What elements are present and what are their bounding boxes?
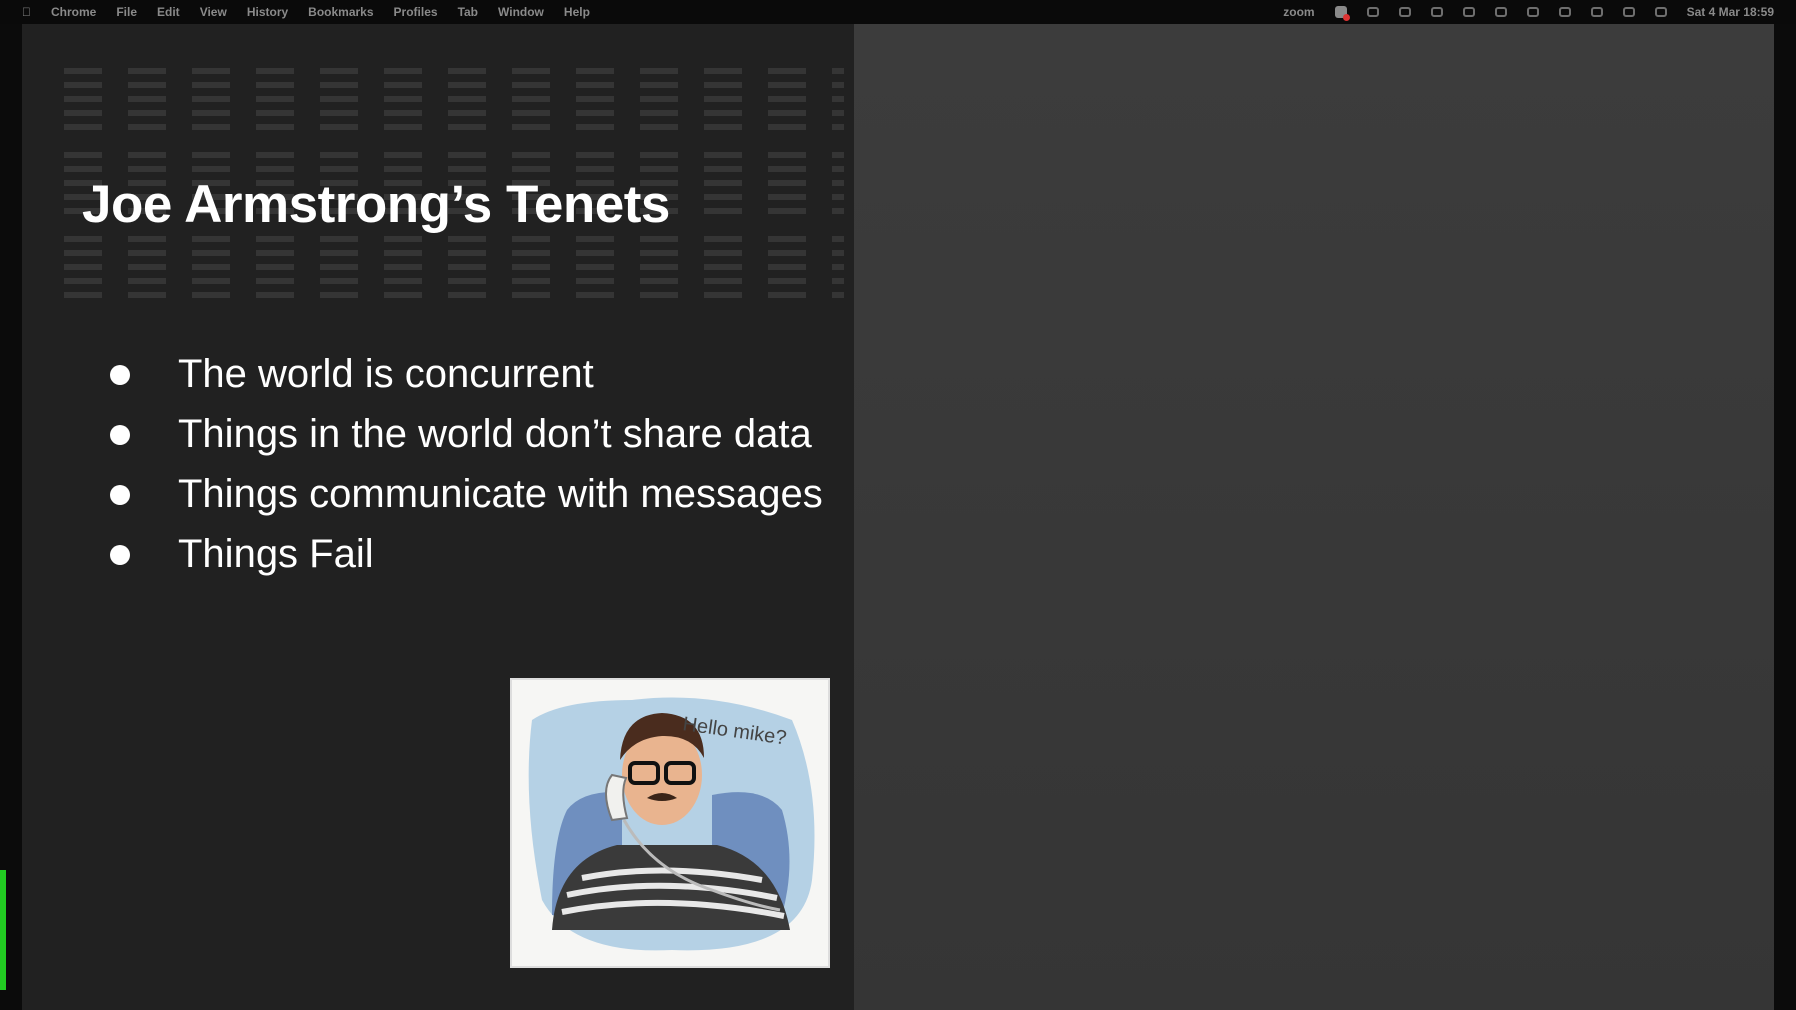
illustration-drawing: Hello mike? [528, 697, 815, 951]
wifi-icon[interactable] [1590, 7, 1603, 17]
background-pattern [64, 228, 844, 298]
siri-icon[interactable] [1654, 7, 1667, 17]
window-edge-strip [0, 870, 6, 990]
search-icon[interactable] [1526, 7, 1539, 17]
slide-title: Joe Armstrong’s Tenets [82, 175, 670, 234]
control-center-icon[interactable] [1622, 7, 1635, 17]
tenet-item: Things Fail [110, 524, 830, 584]
tenets-list: The world is concurrent Things in the wo… [110, 344, 830, 584]
macos-menu-bar:  Chrome File Edit View History Bookmark… [0, 0, 1796, 24]
battery-icon[interactable] [1494, 7, 1507, 17]
menu-view[interactable]: View [200, 5, 227, 19]
slide-left-panel: Joe Armstrong’s Tenets The world is conc… [22, 24, 854, 1010]
apple-menu-icon[interactable]:  [22, 5, 31, 19]
tenet-item: Things in the world don’t share data [110, 404, 830, 464]
screen-time-icon[interactable] [1462, 7, 1475, 17]
zoom-status[interactable]: zoom [1283, 5, 1314, 19]
timer-icon[interactable] [1430, 7, 1443, 17]
tenet-item: The world is concurrent [110, 344, 830, 404]
menu-file[interactable]: File [116, 5, 137, 19]
presentation-slide: Joe Armstrong’s Tenets The world is conc… [22, 24, 1774, 1010]
menu-chrome[interactable]: Chrome [51, 5, 96, 19]
menu-profiles[interactable]: Profiles [394, 5, 438, 19]
menu-bar-status: zoom Sat 4 Mar 18:59 [1263, 5, 1774, 21]
menu-bar-left:  Chrome File Edit View History Bookmark… [22, 5, 610, 19]
background-pattern [64, 60, 844, 130]
menu-help[interactable]: Help [564, 5, 590, 19]
menu-bookmarks[interactable]: Bookmarks [308, 5, 373, 19]
recording-icon[interactable] [1334, 6, 1350, 21]
menu-tab[interactable]: Tab [458, 5, 478, 19]
display-icon[interactable] [1366, 7, 1379, 17]
bluetooth-icon[interactable] [1558, 7, 1571, 17]
tenet-item: Things communicate with messages [110, 464, 830, 524]
slide-right-panel [854, 24, 1774, 1010]
menu-bar-clock[interactable]: Sat 4 Mar 18:59 [1687, 5, 1774, 19]
telephone-man-illustration: Hello mike? [510, 678, 830, 968]
pen-icon[interactable] [1398, 7, 1411, 17]
menu-history[interactable]: History [247, 5, 288, 19]
menu-window[interactable]: Window [498, 5, 544, 19]
menu-edit[interactable]: Edit [157, 5, 180, 19]
